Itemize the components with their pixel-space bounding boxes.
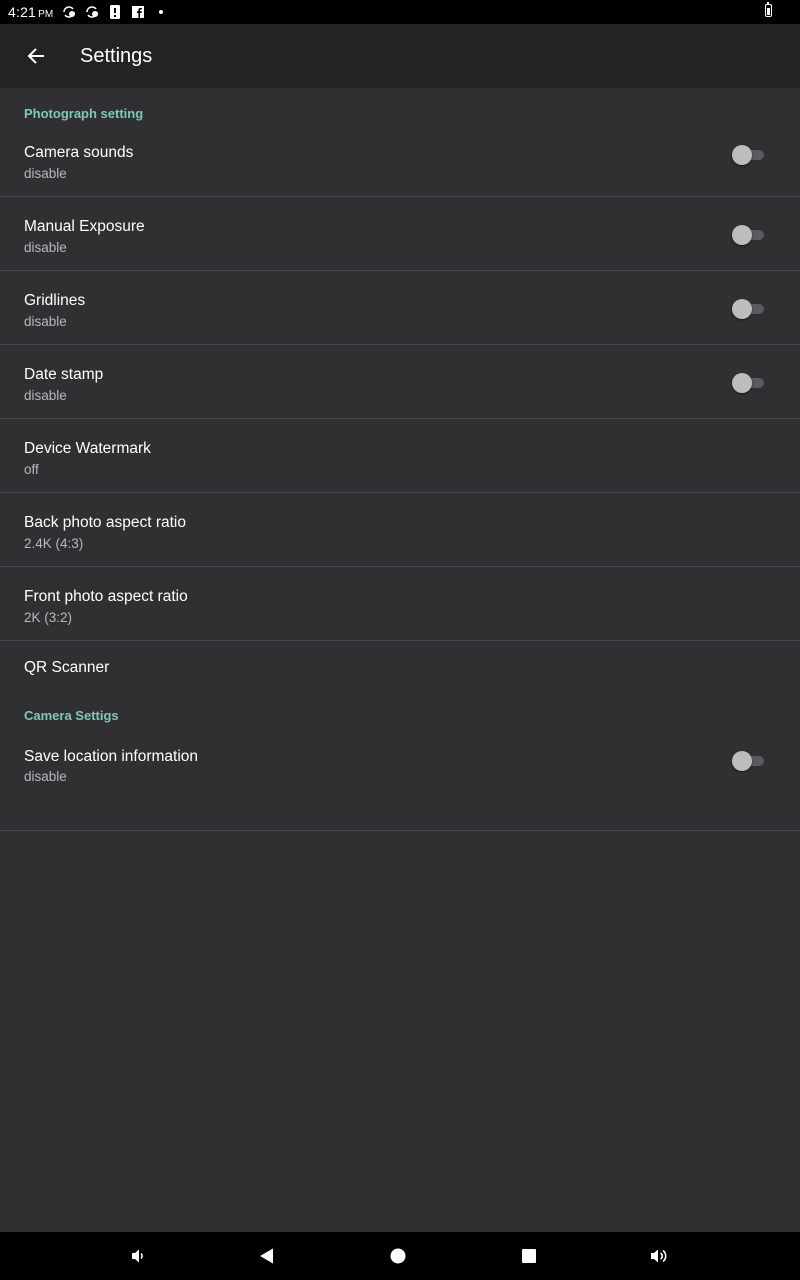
setting-title: Date stamp — [24, 366, 104, 383]
volume-down-icon — [132, 1249, 143, 1263]
setting-title: Gridlines — [24, 292, 86, 309]
status-time: 4:21 — [8, 4, 37, 20]
setting-summary: disable — [24, 314, 67, 329]
arrow-back-icon — [27, 48, 44, 64]
section-header-camera: Camera Settigs — [24, 708, 119, 723]
settings-list: Photograph setting Camera sounds disable… — [0, 88, 800, 831]
camera-sounds-toggle[interactable] — [732, 145, 764, 165]
section-header-photograph: Photograph setting — [24, 106, 144, 121]
app-bar: Settings — [0, 24, 800, 88]
setting-summary: 2K (3:2) — [24, 610, 73, 625]
navigation-bar — [0, 1232, 800, 1280]
volume-up-icon — [651, 1249, 667, 1263]
page-title: Settings — [80, 44, 153, 67]
sync-check-icon — [84, 5, 100, 19]
status-ampm: PM — [38, 9, 54, 20]
setting-summary: 2.4K (4:3) — [24, 536, 84, 551]
nav-home-button[interactable] — [386, 1244, 410, 1268]
back-triangle-icon — [260, 1248, 273, 1264]
save-location-toggle[interactable] — [732, 751, 764, 771]
battery-icon — [765, 2, 772, 17]
setting-date-stamp[interactable]: Date stamp disable — [0, 345, 800, 419]
setting-front-photo-aspect-ratio[interactable]: Front photo aspect ratio 2K (3:2) — [0, 567, 800, 641]
setting-gridlines[interactable]: Gridlines disable — [0, 271, 800, 345]
status-clock: 4:21 PM — [8, 4, 53, 20]
setting-title: Save location information — [24, 748, 199, 765]
setting-title: QR Scanner — [24, 659, 110, 676]
home-circle-icon — [390, 1248, 406, 1264]
status-bar: 4:21 PM — [0, 0, 800, 24]
alert-icon — [107, 5, 123, 19]
nav-recents-button[interactable] — [517, 1244, 541, 1268]
setting-camera-sounds[interactable]: Camera sounds disable — [0, 140, 800, 197]
setting-device-watermark[interactable]: Device Watermark off — [0, 419, 800, 493]
setting-summary: disable — [24, 166, 67, 181]
setting-back-photo-aspect-ratio[interactable]: Back photo aspect ratio 2.4K (4:3) — [0, 493, 800, 567]
volume-down-button[interactable] — [126, 1244, 150, 1268]
setting-summary: disable — [24, 240, 67, 255]
back-button[interactable] — [16, 36, 56, 76]
nav-back-button[interactable] — [255, 1244, 279, 1268]
date-stamp-toggle[interactable] — [732, 373, 764, 393]
setting-summary: off — [24, 462, 39, 477]
volume-up-button[interactable] — [648, 1244, 672, 1268]
facebook-icon — [130, 5, 146, 19]
setting-title: Manual Exposure — [24, 218, 145, 235]
recents-square-icon — [522, 1249, 536, 1263]
setting-manual-exposure[interactable]: Manual Exposure disable — [0, 197, 800, 271]
gridlines-toggle[interactable] — [732, 299, 764, 319]
setting-qr-scanner[interactable]: QR Scanner — [0, 641, 800, 694]
setting-title: Back photo aspect ratio — [24, 514, 186, 531]
manual-exposure-toggle[interactable] — [732, 225, 764, 245]
setting-summary: disable — [24, 769, 67, 784]
dot-icon — [153, 5, 169, 19]
setting-title: Front photo aspect ratio — [24, 588, 188, 605]
setting-title: Device Watermark — [24, 440, 151, 457]
setting-save-location[interactable]: Save location information disable — [0, 736, 800, 831]
setting-summary: disable — [24, 388, 67, 403]
sync-check-icon — [61, 5, 77, 19]
setting-title: Camera sounds — [24, 144, 134, 161]
